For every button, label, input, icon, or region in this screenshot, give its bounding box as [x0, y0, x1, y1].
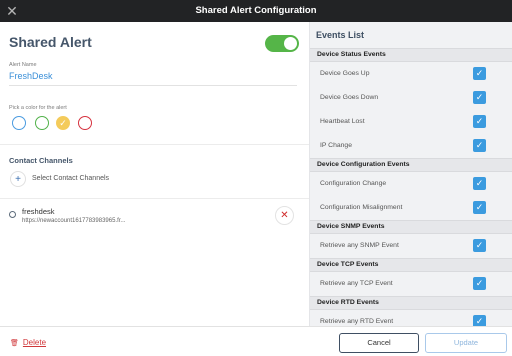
- title-bar: ✕ Shared Alert Configuration: [0, 0, 512, 22]
- event-group-label: Device SNMP Events: [317, 223, 385, 230]
- event-item-label: Device Goes Down: [320, 94, 379, 101]
- event-group-header: Device Configuration Events: [310, 158, 512, 172]
- footer-divider: [0, 326, 512, 327]
- event-item: Retrieve any TCP Event ✓: [310, 272, 512, 296]
- event-group-label: Device TCP Events: [317, 261, 379, 268]
- event-group-label: Device RTD Events: [317, 299, 379, 306]
- event-checkbox[interactable]: ✓: [473, 239, 486, 252]
- event-item: Device Goes Down ✓: [310, 86, 512, 110]
- event-item-label: Heartbeat Lost: [320, 118, 365, 125]
- alert-name-input[interactable]: FreshDesk: [9, 71, 53, 81]
- select-contact-channels-link[interactable]: Select Contact Channels: [32, 175, 109, 182]
- event-item-label: Retrieve any TCP Event: [320, 280, 393, 287]
- alert-settings-panel: Shared Alert Alert Name FreshDesk Pick a…: [0, 22, 309, 326]
- event-checkbox[interactable]: ✓: [473, 139, 486, 152]
- channel-name: freshdesk: [22, 207, 55, 216]
- divider: [0, 198, 309, 199]
- color-swatch[interactable]: [78, 116, 92, 130]
- add-contact-channel-button[interactable]: +: [10, 171, 26, 187]
- event-group-label: Device Status Events: [317, 51, 386, 58]
- alert-name-label: Alert Name: [9, 62, 37, 68]
- color-swatch[interactable]: [35, 116, 49, 130]
- event-item-label: Retrieve any RTD Event: [320, 318, 394, 325]
- event-checkbox[interactable]: ✓: [473, 67, 486, 80]
- window-title: Shared Alert Configuration: [195, 5, 317, 16]
- event-checkbox[interactable]: ✓: [473, 91, 486, 104]
- alert-name-underline: [9, 85, 297, 86]
- event-checkbox[interactable]: ✓: [473, 201, 486, 214]
- alert-enabled-toggle[interactable]: [265, 35, 299, 52]
- event-group-header: Device Status Events: [310, 48, 512, 62]
- divider: [0, 144, 309, 145]
- remove-channel-button[interactable]: ✕: [275, 206, 294, 225]
- event-item: Heartbeat Lost ✓: [310, 110, 512, 134]
- delete-button[interactable]: 🗑 Delete: [10, 338, 46, 347]
- update-button[interactable]: Update: [425, 333, 507, 353]
- event-group-header: Device RTD Events: [310, 296, 512, 310]
- event-checkbox[interactable]: ✓: [473, 315, 486, 326]
- channel-url: https://newaccount1617783983965.fr...: [22, 218, 126, 224]
- color-swatch[interactable]: ✓: [56, 116, 70, 130]
- color-picker-label: Pick a color for the alert: [9, 105, 67, 111]
- event-item: Retrieve any RTD Event ✓: [310, 310, 512, 326]
- event-item: IP Change ✓: [310, 134, 512, 158]
- color-swatch[interactable]: [12, 116, 26, 130]
- event-item: Configuration Change ✓: [310, 172, 512, 196]
- events-list-heading: Events List: [316, 30, 365, 40]
- cancel-button[interactable]: Cancel: [339, 333, 419, 353]
- event-item-label: Configuration Misalignment: [320, 204, 403, 211]
- event-item-label: Retrieve any SNMP Event: [320, 242, 399, 249]
- event-item-label: IP Change: [320, 142, 352, 149]
- trash-icon: 🗑: [10, 340, 19, 347]
- event-item: Device Goes Up ✓: [310, 62, 512, 86]
- event-group-header: Device SNMP Events: [310, 220, 512, 234]
- event-checkbox[interactable]: ✓: [473, 277, 486, 290]
- event-group-label: Device Configuration Events: [317, 161, 410, 168]
- event-item: Configuration Misalignment ✓: [310, 196, 512, 220]
- alert-title: Shared Alert: [9, 34, 92, 50]
- event-item-label: Configuration Change: [320, 180, 387, 187]
- event-checkbox[interactable]: ✓: [473, 177, 486, 190]
- event-group-header: Device TCP Events: [310, 258, 512, 272]
- delete-label: Delete: [22, 338, 47, 347]
- channel-icon: [9, 211, 16, 218]
- event-checkbox[interactable]: ✓: [473, 115, 486, 128]
- events-list-panel: Events List Device Status Events Device G…: [309, 22, 512, 326]
- toggle-knob: [284, 37, 297, 50]
- contact-channels-heading: Contact Channels: [9, 156, 73, 165]
- event-item: Retrieve any SNMP Event ✓: [310, 234, 512, 258]
- event-item-label: Device Goes Up: [320, 70, 370, 77]
